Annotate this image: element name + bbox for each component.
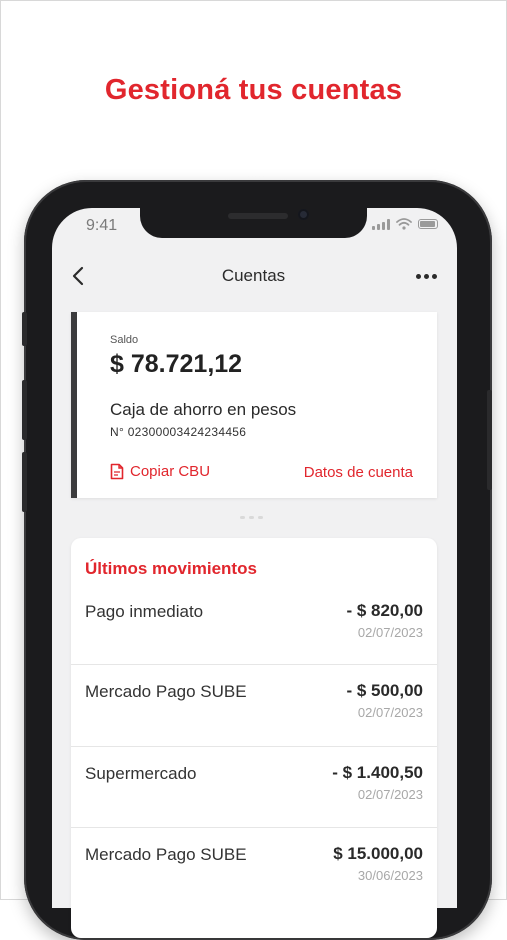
balance-value: $ 78.721,12 xyxy=(110,350,243,378)
status-icons xyxy=(372,218,438,230)
carousel-pager xyxy=(240,516,263,519)
pager-dot xyxy=(240,516,245,519)
phone-power-button xyxy=(487,390,492,490)
account-card[interactable]: Saldo $ 78.721,12 Caja de ahorro en peso… xyxy=(71,312,437,498)
account-number: N° 02300003424234456 xyxy=(110,425,247,439)
copy-cbu-button[interactable]: Copiar CBU xyxy=(110,463,210,480)
movement-date: 30/06/2023 xyxy=(357,868,423,883)
movements-title: Últimos movimientos xyxy=(85,559,257,578)
phone-volume-down xyxy=(22,452,27,512)
promo-headline: Gestioná tus cuentas xyxy=(104,74,403,106)
copy-cbu-label: Copiar CBU xyxy=(130,463,211,480)
movement-row[interactable]: Mercado Pago SUBE - $ 500,00 02/07/2023 xyxy=(71,664,437,746)
movements-card: Últimos movimientos Pago inmediato - $ 8… xyxy=(71,538,437,938)
status-time: 9:41 xyxy=(86,217,118,234)
more-horizontal-icon xyxy=(415,273,421,279)
movement-row[interactable]: Mercado Pago SUBE $ 15.000,00 30/06/2023 xyxy=(71,827,437,909)
pager-dot xyxy=(249,516,254,519)
phone-volume-up xyxy=(22,380,27,440)
pager-dot xyxy=(258,516,263,519)
movement-date: 02/07/2023 xyxy=(357,705,423,720)
movement-description: Mercado Pago SUBE xyxy=(85,682,247,701)
battery-icon xyxy=(418,219,438,229)
signal-icon xyxy=(372,218,390,230)
document-icon xyxy=(110,463,124,480)
movement-amount: - $ 1.400,50 xyxy=(332,763,423,782)
movement-date: 02/07/2023 xyxy=(357,787,423,802)
movement-date: 02/07/2023 xyxy=(357,625,423,640)
movement-description: Supermercado xyxy=(85,764,197,783)
movement-row[interactable]: Pago inmediato - $ 820,00 02/07/2023 xyxy=(71,585,437,667)
phone-camera xyxy=(298,209,309,220)
account-details-link[interactable]: Datos de cuenta xyxy=(304,464,413,481)
more-options-button[interactable] xyxy=(410,262,442,290)
movement-amount: - $ 500,00 xyxy=(346,681,423,700)
movement-amount: $ 15.000,00 xyxy=(333,844,423,863)
phone-mute-switch xyxy=(22,312,27,346)
movement-row[interactable]: Supermercado - $ 1.400,50 02/07/2023 xyxy=(71,746,437,828)
movement-amount: - $ 820,00 xyxy=(346,601,423,620)
movement-description: Mercado Pago SUBE xyxy=(85,845,247,864)
movement-description: Pago inmediato xyxy=(85,602,204,621)
phone-speaker xyxy=(228,213,288,219)
balance-label: Saldo xyxy=(110,334,139,346)
wifi-icon xyxy=(396,218,412,230)
account-name: Caja de ahorro en pesos xyxy=(110,400,297,419)
